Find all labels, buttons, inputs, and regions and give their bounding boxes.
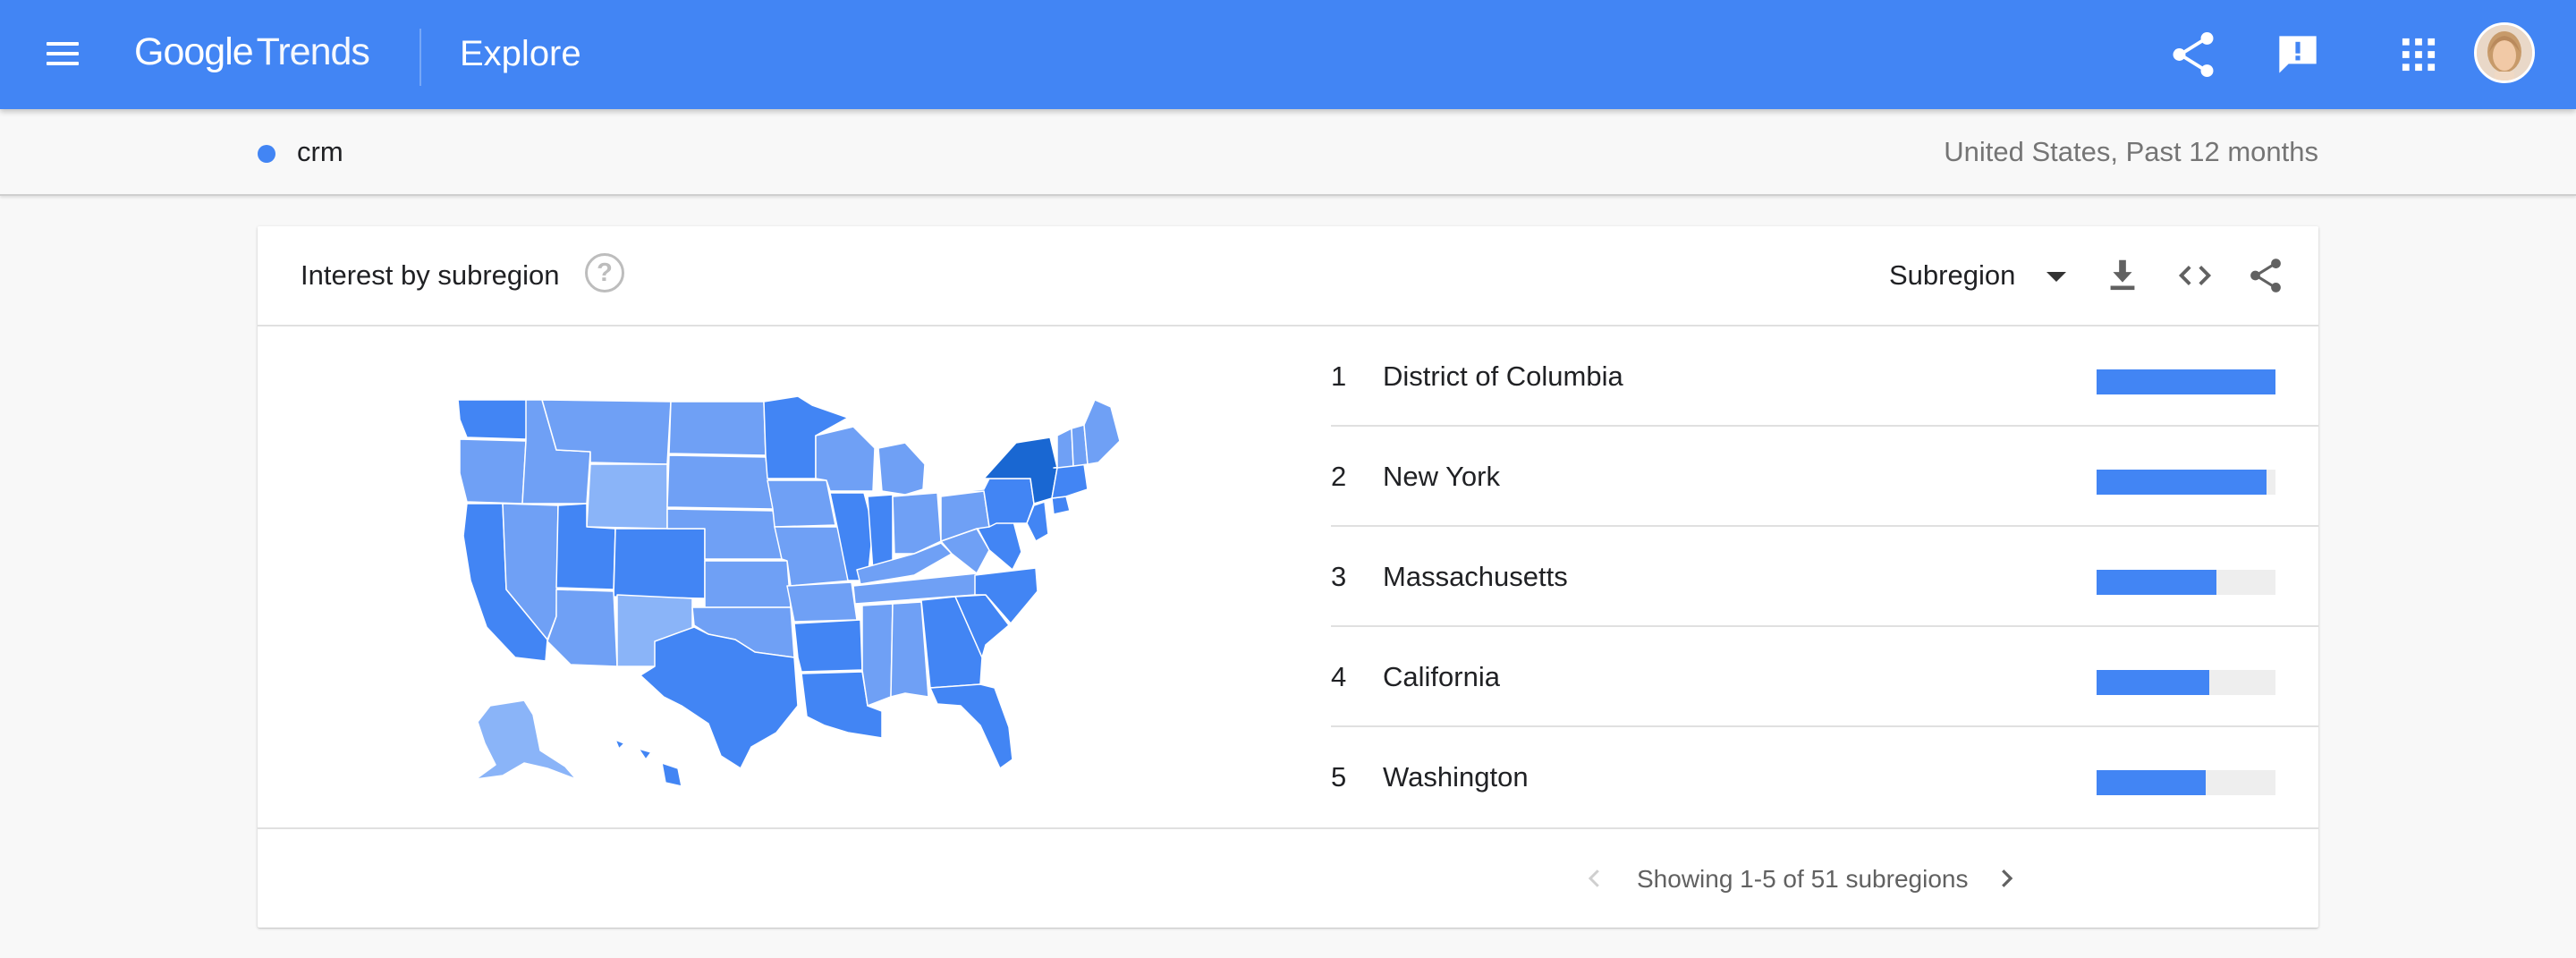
map-state bbox=[666, 454, 774, 510]
row-rank: 3 bbox=[1331, 561, 1347, 592]
search-term[interactable]: crm bbox=[297, 136, 343, 168]
row-bar bbox=[2097, 369, 2275, 394]
share-icon[interactable] bbox=[2165, 27, 2221, 82]
card-footer: Showing 1-5 of 51 subregions bbox=[258, 827, 2318, 928]
map-state bbox=[459, 438, 527, 504]
caret-down-icon bbox=[2046, 272, 2066, 282]
row-rank: 2 bbox=[1331, 461, 1347, 492]
map-state bbox=[586, 463, 668, 530]
subregion-row[interactable]: 3 Massachusetts 67 bbox=[1331, 527, 2318, 627]
map-state bbox=[1056, 428, 1074, 469]
logo-trends: Trends bbox=[256, 30, 370, 73]
row-rank: 5 bbox=[1331, 761, 1347, 793]
row-rank: 4 bbox=[1331, 661, 1347, 692]
map-state bbox=[1051, 463, 1089, 499]
map-state bbox=[929, 683, 1013, 769]
map-state bbox=[767, 479, 836, 528]
map-state bbox=[457, 399, 530, 440]
row-name: Massachusetts bbox=[1383, 561, 1568, 592]
subregion-row[interactable]: 5 Washington 61 bbox=[1331, 727, 2318, 827]
map-state bbox=[613, 528, 706, 599]
row-bar bbox=[2097, 670, 2275, 695]
search-term-bar: crm United States, Past 12 months bbox=[0, 109, 2576, 196]
card-header: Interest by subregion ? Subregion bbox=[258, 226, 2318, 326]
map-state bbox=[861, 603, 894, 707]
row-bar-fill bbox=[2097, 369, 2275, 394]
embed-code-icon[interactable] bbox=[2174, 255, 2216, 296]
map-state bbox=[638, 748, 652, 760]
avatar[interactable] bbox=[2474, 22, 2535, 83]
row-bar bbox=[2097, 570, 2275, 595]
subregion-row[interactable]: 4 California 63 bbox=[1331, 627, 2318, 727]
map-state bbox=[547, 589, 618, 667]
map-state bbox=[793, 619, 863, 673]
pagination-status: Showing 1-5 of 51 subregions bbox=[1637, 865, 1969, 893]
card-title: Interest by subregion bbox=[301, 259, 560, 291]
menu-icon[interactable] bbox=[43, 37, 86, 72]
subregion-list: 1 District of Columbia 100 2 New York 95… bbox=[1331, 326, 2318, 827]
share-icon[interactable] bbox=[2245, 255, 2286, 296]
row-bar bbox=[2097, 770, 2275, 795]
help-icon[interactable]: ? bbox=[585, 253, 624, 292]
app-bar: GoogleTrends Explore bbox=[0, 0, 2576, 109]
map-state bbox=[892, 492, 942, 555]
row-name: Washington bbox=[1383, 761, 1529, 793]
map-state bbox=[867, 494, 894, 572]
us-choropleth-map[interactable] bbox=[440, 393, 1120, 786]
row-name: California bbox=[1383, 661, 1500, 692]
row-bar-fill bbox=[2097, 770, 2206, 795]
subregion-row[interactable]: 2 New York 95 bbox=[1331, 427, 2318, 527]
map-state bbox=[1051, 496, 1071, 515]
row-name: District of Columbia bbox=[1383, 360, 1623, 392]
map-state bbox=[668, 401, 767, 456]
map-state bbox=[614, 739, 625, 750]
header-divider bbox=[419, 29, 421, 86]
map-state bbox=[786, 581, 858, 623]
download-icon[interactable] bbox=[2102, 255, 2143, 296]
map-state bbox=[1083, 399, 1120, 465]
map-state bbox=[475, 699, 577, 780]
search-scope: United States, Past 12 months bbox=[1944, 136, 2318, 167]
subregion-dropdown-label: Subregion bbox=[1889, 259, 2016, 291]
row-bar-fill bbox=[2097, 570, 2216, 595]
row-name: New York bbox=[1383, 461, 1500, 492]
feedback-icon[interactable] bbox=[2270, 27, 2326, 82]
row-bar-fill bbox=[2097, 470, 2267, 495]
google-trends-logo[interactable]: GoogleTrends bbox=[134, 30, 370, 79]
page-title: Explore bbox=[460, 34, 581, 73]
map-state bbox=[877, 442, 926, 496]
subregion-row[interactable]: 1 District of Columbia 100 bbox=[1331, 326, 2318, 427]
chevron-right-icon[interactable] bbox=[1993, 865, 2020, 892]
row-bar-fill bbox=[2097, 670, 2209, 695]
apps-icon[interactable] bbox=[2391, 27, 2446, 82]
row-rank: 1 bbox=[1331, 360, 1347, 392]
logo-google: Google bbox=[134, 30, 254, 73]
map-state bbox=[704, 560, 792, 608]
chevron-left-icon[interactable] bbox=[1581, 865, 1608, 892]
term-color-dot bbox=[258, 145, 275, 163]
map-state bbox=[661, 762, 682, 786]
row-bar bbox=[2097, 470, 2275, 495]
interest-by-subregion-card: Interest by subregion ? Subregion 1 Dist… bbox=[258, 226, 2318, 928]
